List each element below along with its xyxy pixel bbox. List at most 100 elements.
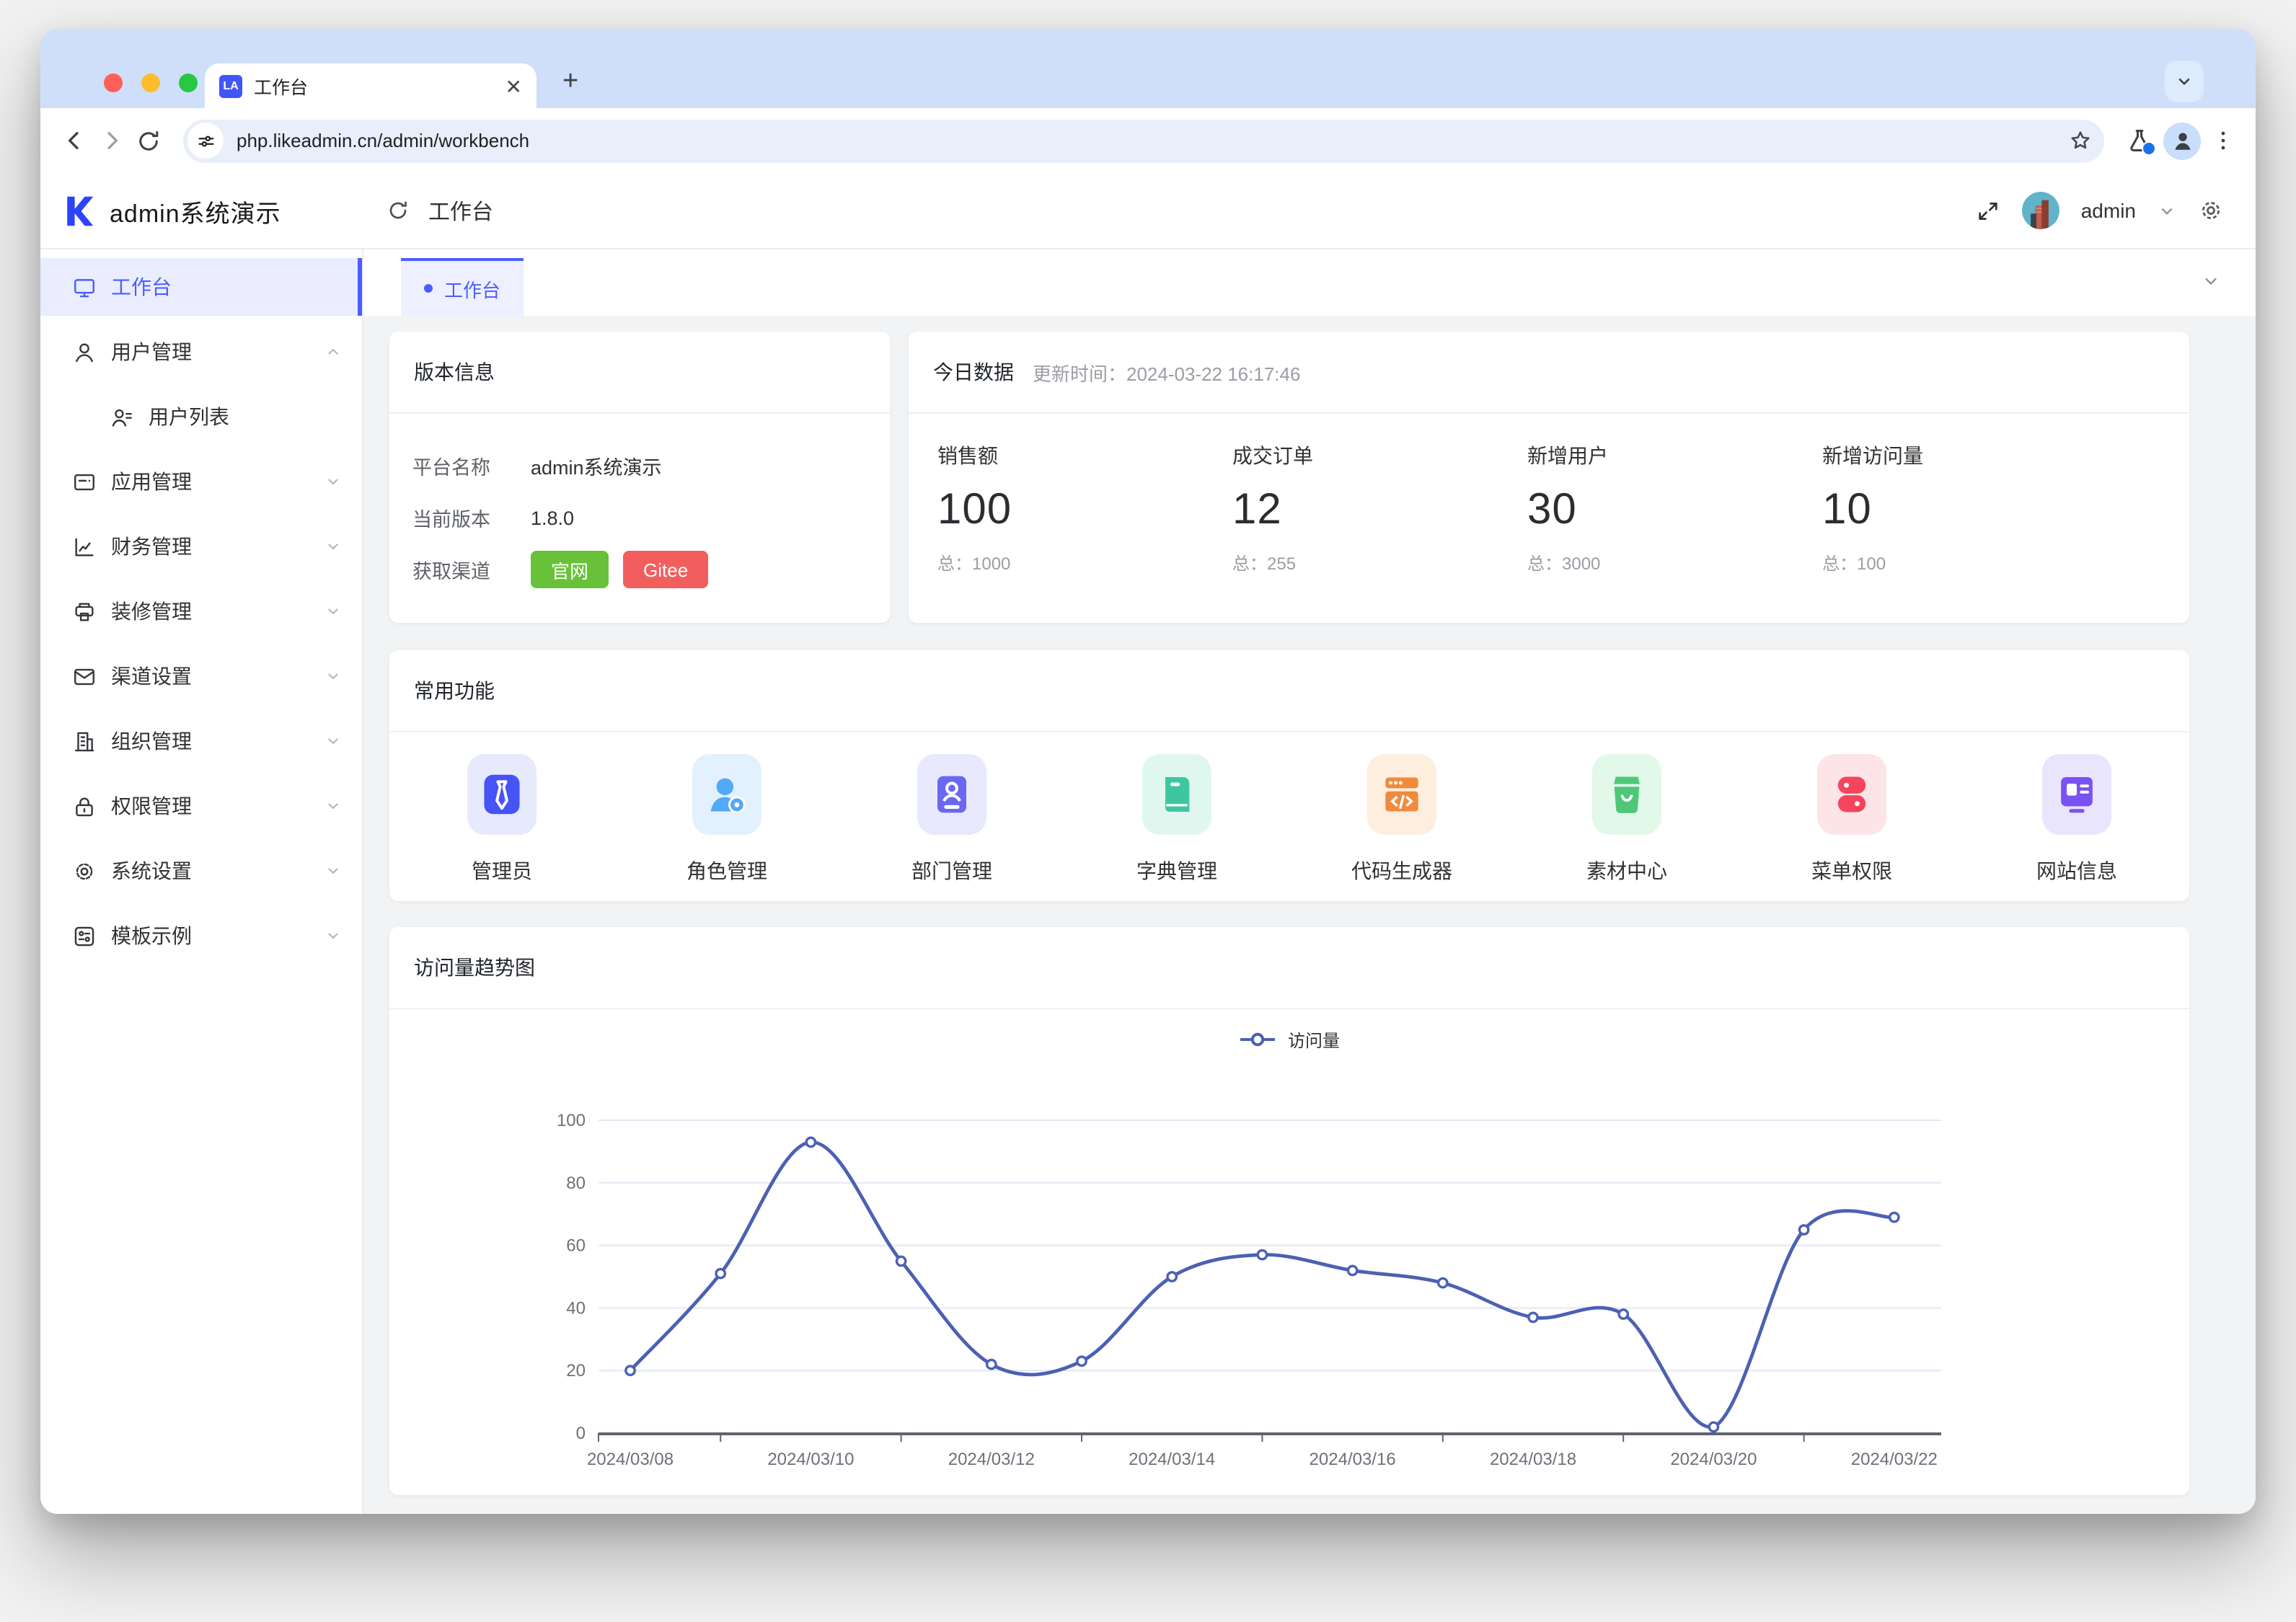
today-card-title: 今日数据 xyxy=(933,358,1014,386)
function-tile xyxy=(1367,754,1436,835)
window-controls xyxy=(104,74,198,92)
function-department[interactable]: 部门管理 xyxy=(839,754,1064,885)
sidebar-item-label: 财务管理 xyxy=(111,532,192,561)
tag-workbench[interactable]: 工作台 xyxy=(401,258,524,316)
function-website[interactable]: 网站信息 xyxy=(1964,754,2189,885)
site-settings-icon[interactable] xyxy=(187,123,224,159)
gear-icon xyxy=(72,859,97,883)
sidebar-item-template[interactable]: 模板示例 xyxy=(40,907,362,965)
visits-trend-card: 访问量趋势图 访问量 0204060801002024/03/082024/03… xyxy=(389,927,2189,1495)
sidebar-item-decorate[interactable]: 装修管理 xyxy=(40,582,362,640)
lock-icon xyxy=(72,794,97,818)
browser-window: LA 工作台 ✕ + php.likeadmin.cn/admin/workbe… xyxy=(40,29,2256,1514)
forward-icon[interactable] xyxy=(98,127,125,154)
function-label: 管理员 xyxy=(472,856,532,885)
sidebar-item-label: 工作台 xyxy=(111,272,172,301)
department-icon xyxy=(929,771,975,817)
chevron-down-icon xyxy=(324,538,342,555)
function-material[interactable]: 素材中心 xyxy=(1514,754,1739,885)
platform-name-row: 平台名称 admin系统演示 xyxy=(412,440,867,492)
sidebar-item-label: 系统设置 xyxy=(111,856,192,885)
user-icon xyxy=(72,340,97,364)
experiments-flask-icon[interactable] xyxy=(2126,127,2153,154)
dictionary-icon xyxy=(1154,771,1200,817)
function-dictionary[interactable]: 字典管理 xyxy=(1064,754,1289,885)
sidebar-item-channel[interactable]: 渠道设置 xyxy=(40,647,362,705)
minimize-window-button[interactable] xyxy=(141,74,160,92)
url-bar[interactable]: php.likeadmin.cn/admin/workbench xyxy=(183,119,2104,162)
sidebar-item-organization[interactable]: 组织管理 xyxy=(40,712,362,770)
browser-tab[interactable]: LA 工作台 ✕ xyxy=(205,63,537,108)
current-version-label: 当前版本 xyxy=(412,503,516,532)
channel-row: 获取渠道 官网 Gitee xyxy=(412,544,867,595)
username[interactable]: admin xyxy=(2081,199,2136,222)
chevron-down-icon xyxy=(324,732,342,750)
current-version-value: 1.8.0 xyxy=(531,507,574,528)
browser-profile-avatar[interactable] xyxy=(2163,122,2201,159)
browser-tabstrip: LA 工作台 ✕ + xyxy=(40,29,2256,108)
svg-text:2024/03/08: 2024/03/08 xyxy=(587,1450,674,1469)
sidebar-item-workbench[interactable]: 工作台 xyxy=(40,258,362,316)
today-data-card: 今日数据 更新时间：2024-03-22 16:17:46 销售额 100 总：… xyxy=(909,332,2189,623)
tab-close-icon[interactable]: ✕ xyxy=(505,76,522,96)
chart-legend[interactable]: 访问量 xyxy=(389,1009,2189,1070)
svg-text:80: 80 xyxy=(566,1174,586,1193)
sidebar: 工作台 用户管理 用户列表 应用管理 财务管理 装修管理 渠道设置 组织管理 权 xyxy=(40,249,363,1514)
function-menu-permission[interactable]: 菜单权限 xyxy=(1739,754,1964,885)
sidebar-item-label: 渠道设置 xyxy=(111,662,192,691)
stat-new-visits: 新增访问量 10 总：100 xyxy=(1793,441,2088,575)
website-icon xyxy=(2054,771,2100,817)
version-info-card: 版本信息 平台名称 admin系统演示 当前版本 1.8.0 xyxy=(389,332,890,623)
stat-total: 总：3000 xyxy=(1527,551,1793,575)
sidebar-item-apps[interactable]: 应用管理 xyxy=(40,453,362,510)
svg-text:60: 60 xyxy=(566,1236,586,1256)
channel-icon xyxy=(72,664,97,688)
app-icon xyxy=(72,469,97,494)
url-text[interactable]: php.likeadmin.cn/admin/workbench xyxy=(237,130,529,151)
stat-label: 成交订单 xyxy=(1232,441,1498,470)
function-label: 字典管理 xyxy=(1136,856,1217,885)
chevron-down-icon xyxy=(324,862,342,879)
app-body: 工作台 用户管理 用户列表 应用管理 财务管理 装修管理 渠道设置 组织管理 权 xyxy=(40,249,2256,1514)
user-list-icon xyxy=(110,404,134,429)
close-window-button[interactable] xyxy=(104,74,123,92)
main-area: 工作台 版本信息 平台名称 admin系统演示 xyxy=(363,249,2256,1514)
current-version-row: 当前版本 1.8.0 xyxy=(412,492,867,544)
fullscreen-icon[interactable] xyxy=(1976,198,2000,223)
official-site-button[interactable]: 官网 xyxy=(531,551,609,588)
stat-value: 12 xyxy=(1232,486,1498,535)
sidebar-item-finance[interactable]: 财务管理 xyxy=(40,518,362,575)
settings-gear-icon[interactable] xyxy=(2198,198,2224,223)
stat-total: 总：255 xyxy=(1232,551,1498,575)
stat-value: 100 xyxy=(937,486,1204,535)
function-tile xyxy=(467,754,537,835)
bookmark-star-icon[interactable] xyxy=(2068,128,2093,153)
function-admin[interactable]: 管理员 xyxy=(389,754,614,885)
tab-search-chevron-icon[interactable] xyxy=(2165,61,2204,102)
function-label: 部门管理 xyxy=(911,856,992,885)
function-code-generator[interactable]: 代码生成器 xyxy=(1289,754,1514,885)
function-role[interactable]: 角色管理 xyxy=(614,754,839,885)
chevron-down-icon xyxy=(324,797,342,815)
tag-dot xyxy=(424,284,433,293)
sidebar-item-user-list[interactable]: 用户列表 xyxy=(40,388,362,446)
new-tab-button[interactable]: + xyxy=(562,66,578,98)
screen: LA 工作台 ✕ + php.likeadmin.cn/admin/workbe… xyxy=(0,0,2296,1622)
stat-value: 10 xyxy=(1822,486,2088,535)
user-menu-chevron-down-icon[interactable] xyxy=(2158,201,2176,220)
sidebar-item-system[interactable]: 系统设置 xyxy=(40,842,362,900)
legend-line-marker-icon xyxy=(1239,1031,1276,1048)
sidebar-item-users[interactable]: 用户管理 xyxy=(40,323,362,381)
svg-text:0: 0 xyxy=(576,1424,586,1443)
sidebar-item-label: 权限管理 xyxy=(111,792,192,820)
page-refresh-icon[interactable] xyxy=(387,199,410,222)
user-avatar[interactable] xyxy=(2022,192,2059,229)
reload-icon[interactable] xyxy=(136,128,162,154)
sidebar-item-permission[interactable]: 权限管理 xyxy=(40,777,362,835)
maximize-window-button[interactable] xyxy=(179,74,198,92)
tagbar-chevron-down-icon[interactable] xyxy=(2201,271,2221,291)
gitee-button[interactable]: Gitee xyxy=(623,551,708,588)
browser-menu-kebab-icon[interactable] xyxy=(2211,128,2235,153)
app-header: admin系统演示 工作台 admin xyxy=(40,173,2256,249)
back-icon[interactable] xyxy=(61,127,88,154)
